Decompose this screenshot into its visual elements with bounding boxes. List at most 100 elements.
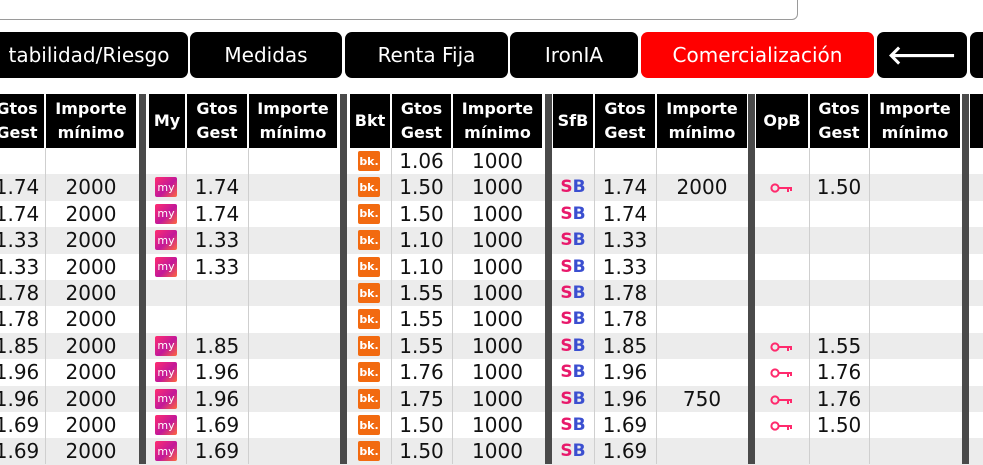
- table-cell: 1.85: [0, 333, 40, 358]
- search-box[interactable]: [0, 0, 798, 20]
- bankinter-icon: bk.: [358, 388, 380, 409]
- table-cell: 1.69: [0, 413, 40, 437]
- bankinter-icon: bk.: [358, 309, 380, 330]
- table-cell: 1.78: [0, 307, 40, 332]
- table-cell: 1.78: [602, 307, 648, 332]
- table-cell: 1.74: [194, 175, 240, 200]
- group-separator: [545, 94, 552, 464]
- table-cell: 1.50: [399, 175, 444, 200]
- table-cell: [249, 306, 337, 332]
- table-cell: 1.78: [602, 281, 648, 305]
- tab-bar: tabilidad/Riesgo Medidas Renta Fija Iron…: [0, 32, 983, 80]
- tab-renta-fija[interactable]: Renta Fija: [345, 32, 508, 78]
- selfbank-icon: SB: [560, 230, 586, 251]
- table-cell: 1.96: [194, 386, 240, 411]
- table-cell: [657, 148, 747, 174]
- table-cell: 1.74: [602, 175, 648, 200]
- table-cell: 1.85: [194, 333, 240, 358]
- table-cell: [249, 438, 337, 464]
- header-sfb: SfB: [553, 94, 593, 148]
- selfbank-icon: SB: [560, 283, 586, 303]
- table-cell: 2000: [65, 201, 117, 226]
- table-cell: [187, 280, 247, 306]
- table-cell: [657, 333, 747, 359]
- column-divider: [186, 148, 187, 464]
- table-cell: 1.96: [0, 360, 40, 385]
- table-cell: [657, 438, 747, 464]
- column-divider: [45, 148, 46, 464]
- tab-comercializacion[interactable]: Comercialización: [641, 32, 874, 78]
- table-cell: [810, 438, 868, 464]
- table-cell: [249, 359, 337, 385]
- header-gtos-gest: Gtos Gest: [392, 94, 451, 148]
- header-partial: [970, 94, 983, 148]
- bankinter-icon: bk.: [358, 151, 380, 171]
- table-cell: [657, 306, 747, 332]
- myinvestor-icon: my: [155, 256, 177, 277]
- table-cell: 1.10: [399, 228, 444, 253]
- openbank-key-icon: [770, 366, 794, 380]
- table-cell: [249, 148, 337, 174]
- table-cell: 1000: [472, 175, 523, 200]
- table-cell: 2000: [65, 307, 117, 332]
- myinvestor-icon: my: [155, 230, 177, 251]
- table-cell: 1.96: [194, 360, 240, 385]
- table-row: 1.78 2000 1.55 1000 1.78 bk. S B: [0, 280, 983, 307]
- table-cell: 1.69: [194, 439, 240, 464]
- table-cell: 1.06: [399, 149, 444, 173]
- bankinter-icon: bk.: [358, 441, 380, 462]
- table-cell: [249, 386, 337, 412]
- arrow-left-icon: 🡐: [887, 40, 957, 71]
- tab-partial[interactable]: [970, 32, 983, 78]
- table-cell: [810, 280, 868, 306]
- table-cell: 1000: [472, 307, 523, 332]
- table-cell: [595, 148, 655, 174]
- header-importe-minimo: Importe mínimo: [657, 94, 747, 148]
- table-cell: 1000: [472, 201, 523, 226]
- table-cell: [810, 201, 868, 227]
- tab-estabilidad-riesgo[interactable]: tabilidad/Riesgo: [0, 32, 188, 78]
- column-divider: [656, 148, 657, 464]
- table-cell: [657, 201, 747, 227]
- tab-medidas[interactable]: Medidas: [190, 32, 342, 78]
- column-divider: [248, 148, 249, 464]
- table-cell: [657, 254, 747, 280]
- table-row: 1.06 1000 bk.: [0, 148, 983, 174]
- table-cell: 1.50: [399, 439, 444, 464]
- table-row: 1.78 2000 1.55 1000 1.78 bk. S B: [0, 306, 983, 332]
- group-separator: [748, 94, 755, 464]
- group-separator: [962, 94, 969, 464]
- tab-label: IronIA: [544, 43, 604, 67]
- header-my: My: [149, 94, 185, 148]
- table-cell: 1.50: [399, 413, 444, 437]
- table-row: 1.69 2000 1.69 1.50 1000 1.69 1.50 my bk. S B: [0, 412, 983, 438]
- table-cell: 750: [682, 386, 722, 411]
- table-cell: [657, 359, 747, 385]
- table-cell: [187, 148, 247, 174]
- table-row: 1.69 2000 1.69 1.50 1000 1.69 my bk. S B: [0, 438, 983, 465]
- table-cell: 1.74: [0, 201, 40, 226]
- table-cell: 1.85: [602, 333, 648, 358]
- table-row: 1.33 2000 1.33 1.10 1000 1.33 my bk. S B: [0, 254, 983, 280]
- myinvestor-icon: my: [155, 388, 177, 409]
- table-cell: 1.50: [816, 175, 862, 200]
- selfbank-icon: SB: [560, 177, 586, 198]
- header-gtos-gest: Gtos Gest: [0, 94, 44, 148]
- table-cell: 1000: [472, 281, 523, 305]
- table-cell: 1000: [472, 439, 523, 464]
- table-cell: 1.55: [399, 333, 444, 358]
- back-tab-button[interactable]: 🡐: [877, 32, 967, 78]
- openbank-key-icon: [770, 181, 794, 195]
- table-cell: 1.33: [0, 254, 40, 279]
- table-cell: 2000: [65, 413, 117, 437]
- table-cell: [46, 148, 136, 174]
- header-bkt: Bkt: [350, 94, 390, 148]
- table-cell: 1.74: [602, 201, 648, 226]
- table-cell: 1.96: [602, 360, 648, 385]
- selfbank-icon: SB: [560, 362, 586, 383]
- tab-ironia[interactable]: IronIA: [510, 32, 638, 78]
- header-importe-minimo: Importe mínimo: [453, 94, 542, 148]
- tab-label: Renta Fija: [377, 43, 476, 67]
- header-importe-minimo: Importe mínimo: [249, 94, 337, 148]
- table-cell: 2000: [65, 386, 117, 411]
